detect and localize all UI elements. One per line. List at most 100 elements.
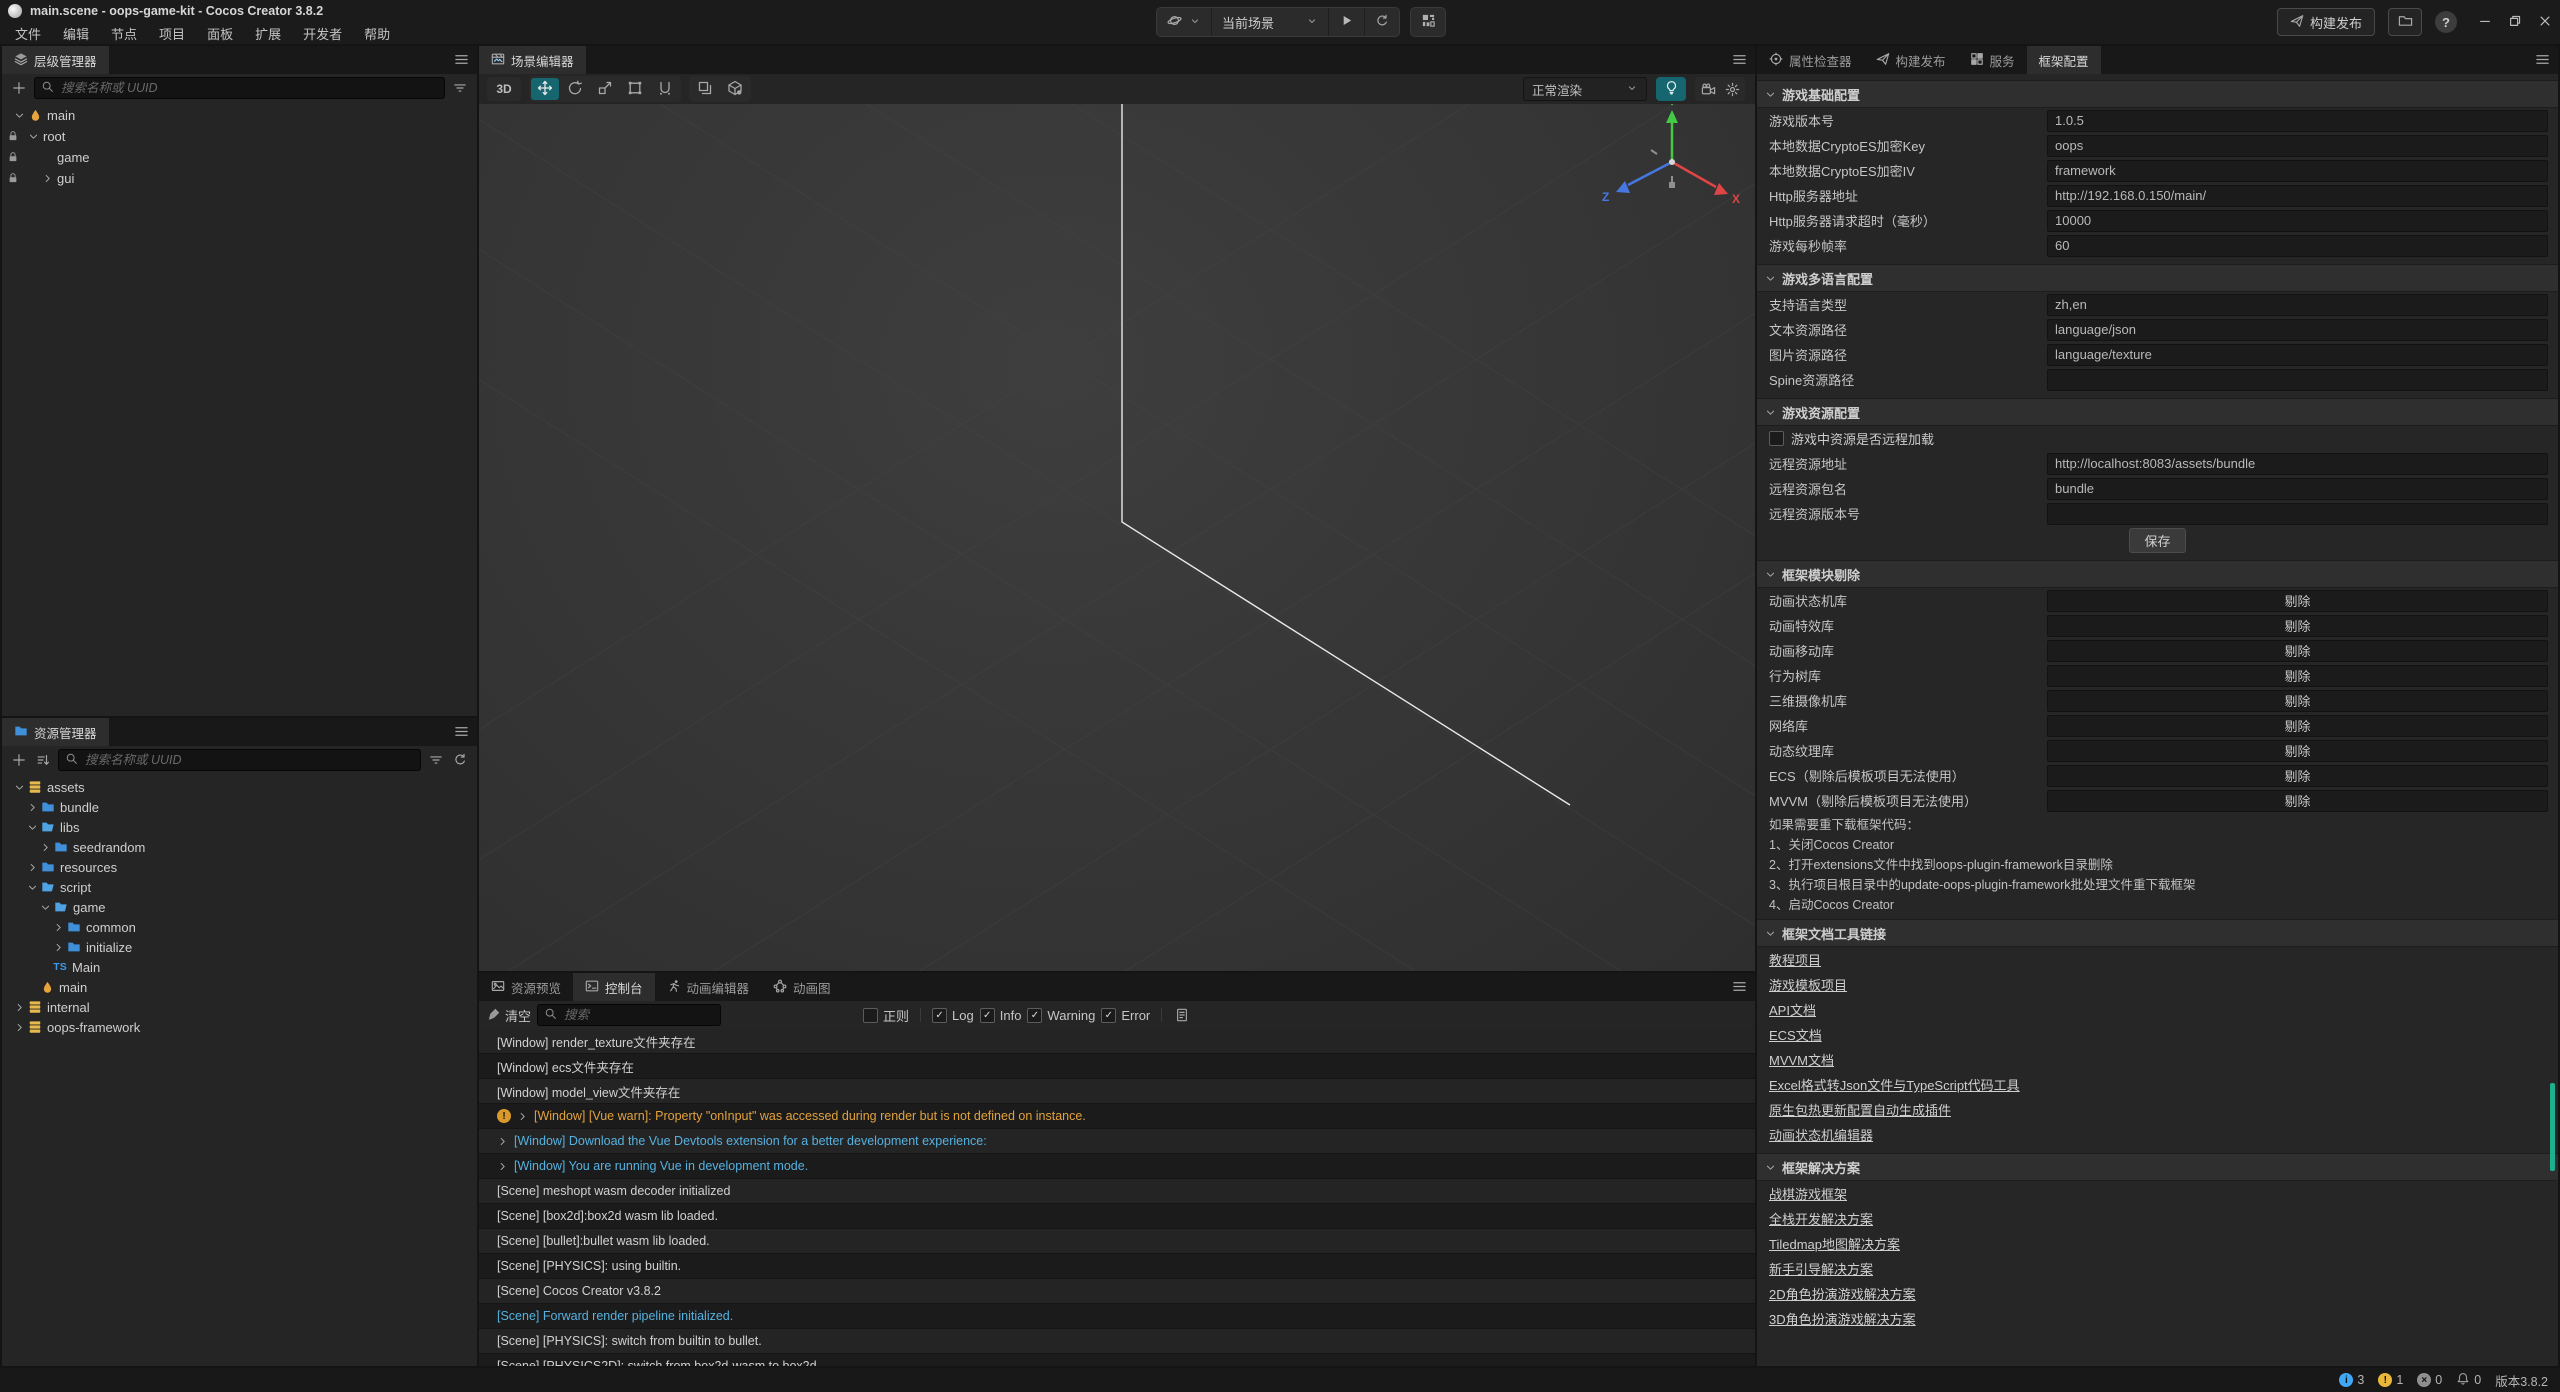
console-log-row[interactable]: [Scene] [bullet]:bullet wasm lib loaded.: [479, 1229, 1755, 1254]
chevron-down-icon[interactable]: [26, 131, 40, 142]
doc-link[interactable]: Tiledmap地图解决方案: [1769, 1234, 1900, 1253]
panel-menu-icon[interactable]: [1732, 979, 1747, 997]
tab-animation-editor[interactable]: 动画编辑器: [655, 973, 762, 1001]
chevron-right-icon[interactable]: [497, 1136, 508, 1147]
filter-icon[interactable]: [427, 751, 445, 769]
tree-node-main[interactable]: main: [2, 105, 477, 126]
tab-property-inspector[interactable]: 属性检查器: [1757, 46, 1864, 74]
doc-link[interactable]: 全栈开发解决方案: [1769, 1209, 1873, 1228]
tab-animation-graph[interactable]: 动画图: [761, 973, 843, 1001]
pivot-toggle-button[interactable]: [691, 78, 719, 100]
field-input[interactable]: language/texture: [2047, 344, 2548, 366]
filter-info-checkbox[interactable]: Info: [980, 1008, 1022, 1023]
console-log-row[interactable]: [Scene] [PHYSICS]: using builtin.: [479, 1254, 1755, 1279]
field-input[interactable]: language/json: [2047, 319, 2548, 341]
chevron-right-icon[interactable]: [38, 842, 52, 853]
field-input[interactable]: bundle: [2047, 478, 2548, 500]
doc-link[interactable]: ECS文档: [1769, 1025, 1822, 1044]
save-button[interactable]: 保存: [2129, 528, 2185, 553]
field-input[interactable]: 1.0.5: [2047, 110, 2548, 132]
chevron-down-icon[interactable]: [12, 782, 26, 793]
field-input[interactable]: [2047, 369, 2548, 391]
panel-menu-icon[interactable]: [454, 724, 469, 742]
warning-count[interactable]: ! 1: [2378, 1373, 2403, 1387]
render-mode-dropdown[interactable]: 正常渲染: [1523, 77, 1647, 101]
chevron-down-icon[interactable]: [25, 882, 39, 893]
scrollbar-thumb[interactable]: [2550, 1083, 2555, 1171]
tree-node-seedrandom[interactable]: seedrandom: [2, 837, 477, 857]
gear-icon[interactable]: [1723, 80, 1741, 98]
hierarchy-search-input[interactable]: [59, 80, 438, 96]
field-input[interactable]: oops: [2047, 135, 2548, 157]
console-log-row[interactable]: ![Window] [Vue warn]: Property "onInput"…: [479, 1104, 1755, 1129]
tree-node-common[interactable]: common: [2, 917, 477, 937]
menu-item-文件[interactable]: 文件: [4, 24, 52, 43]
assets-search-input[interactable]: [83, 752, 414, 768]
tab-assets[interactable]: 资源管理器: [2, 718, 109, 746]
remove-module-button[interactable]: 剔除: [2047, 765, 2548, 787]
tree-node-internal[interactable]: internal: [2, 997, 477, 1017]
clear-console-button[interactable]: 清空: [487, 1006, 531, 1025]
chevron-right-icon[interactable]: [40, 173, 54, 184]
rect-tool-button[interactable]: [621, 78, 649, 100]
doc-link[interactable]: 3D角色扮演游戏解决方案: [1769, 1309, 1916, 1328]
notification-count[interactable]: 0: [2456, 1372, 2481, 1389]
console-log-row[interactable]: [Window] render_texture文件夹存在: [479, 1029, 1755, 1054]
remove-module-button[interactable]: 剔除: [2047, 690, 2548, 712]
console-log-row[interactable]: [Window] ecs文件夹存在: [479, 1054, 1755, 1079]
menu-item-节点[interactable]: 节点: [100, 24, 148, 43]
menu-item-项目[interactable]: 项目: [148, 24, 196, 43]
coordinate-toggle-button[interactable]: [721, 78, 749, 100]
filter-warning-checkbox[interactable]: Warning: [1027, 1008, 1095, 1023]
play-button[interactable]: [1329, 8, 1365, 36]
refresh-icon[interactable]: [451, 751, 469, 769]
console-log-row[interactable]: [Window] You are running Vue in developm…: [479, 1154, 1755, 1179]
tree-node-script[interactable]: script: [2, 877, 477, 897]
camera-settings-button[interactable]: [1699, 80, 1717, 98]
console-log-row[interactable]: [Window] model_view文件夹存在: [479, 1079, 1755, 1104]
menu-item-面板[interactable]: 面板: [196, 24, 244, 43]
regex-checkbox[interactable]: 正则: [863, 1006, 909, 1025]
remove-module-button[interactable]: 剔除: [2047, 715, 2548, 737]
create-node-button[interactable]: [10, 79, 28, 97]
tree-node-Main[interactable]: TSMain: [2, 957, 477, 977]
section-header[interactable]: 游戏资源配置: [1757, 398, 2558, 426]
chevron-right-icon[interactable]: [51, 942, 65, 953]
remove-module-button[interactable]: 剔除: [2047, 640, 2548, 662]
chevron-right-icon[interactable]: [12, 1002, 26, 1013]
doc-link[interactable]: 新手引导解决方案: [1769, 1259, 1873, 1278]
doc-link[interactable]: 2D角色扮演游戏解决方案: [1769, 1284, 1916, 1303]
console-log-row[interactable]: [Scene] meshopt wasm decoder initialized: [479, 1179, 1755, 1204]
tree-node-assets[interactable]: assets: [2, 777, 477, 797]
doc-link[interactable]: MVVM文档: [1769, 1050, 1834, 1069]
remove-module-button[interactable]: 剔除: [2047, 615, 2548, 637]
remove-module-button[interactable]: 剔除: [2047, 740, 2548, 762]
filter-log-checkbox[interactable]: Log: [932, 1008, 974, 1023]
panel-menu-icon[interactable]: [1732, 52, 1747, 70]
filter-error-checkbox[interactable]: Error: [1101, 1008, 1150, 1023]
maximize-button[interactable]: [2508, 14, 2522, 31]
log-file-icon[interactable]: [1173, 1006, 1191, 1024]
remove-module-button[interactable]: 剔除: [2047, 665, 2548, 687]
tree-node-oops-framework[interactable]: oops-framework: [2, 1017, 477, 1037]
doc-link[interactable]: 教程项目: [1769, 950, 1821, 969]
chevron-right-icon[interactable]: [51, 922, 65, 933]
section-header[interactable]: 游戏基础配置: [1757, 80, 2558, 108]
tab-service[interactable]: 服务: [1958, 46, 2027, 74]
tree-node-game[interactable]: game: [2, 147, 477, 168]
tab-asset-preview[interactable]: 资源预览: [479, 973, 573, 1001]
chevron-right-icon[interactable]: [12, 1022, 26, 1033]
filter-icon[interactable]: [451, 79, 469, 97]
doc-link[interactable]: 战棋游戏框架: [1769, 1184, 1847, 1203]
create-asset-button[interactable]: [10, 751, 28, 769]
field-input[interactable]: 60: [2047, 235, 2548, 257]
scene-viewport[interactable]: Y X Z: [479, 104, 1755, 971]
panel-menu-icon[interactable]: [2535, 52, 2550, 70]
section-header[interactable]: 框架模块剔除: [1757, 560, 2558, 588]
tab-build-publish[interactable]: 构建发布: [1864, 46, 1958, 74]
error-count[interactable]: × 0: [2417, 1373, 2442, 1387]
field-input[interactable]: http://192.168.0.150/main/: [2047, 185, 2548, 207]
scale-tool-button[interactable]: [591, 78, 619, 100]
menu-item-帮助[interactable]: 帮助: [353, 24, 401, 43]
tab-hierarchy[interactable]: 层级管理器: [2, 46, 109, 74]
